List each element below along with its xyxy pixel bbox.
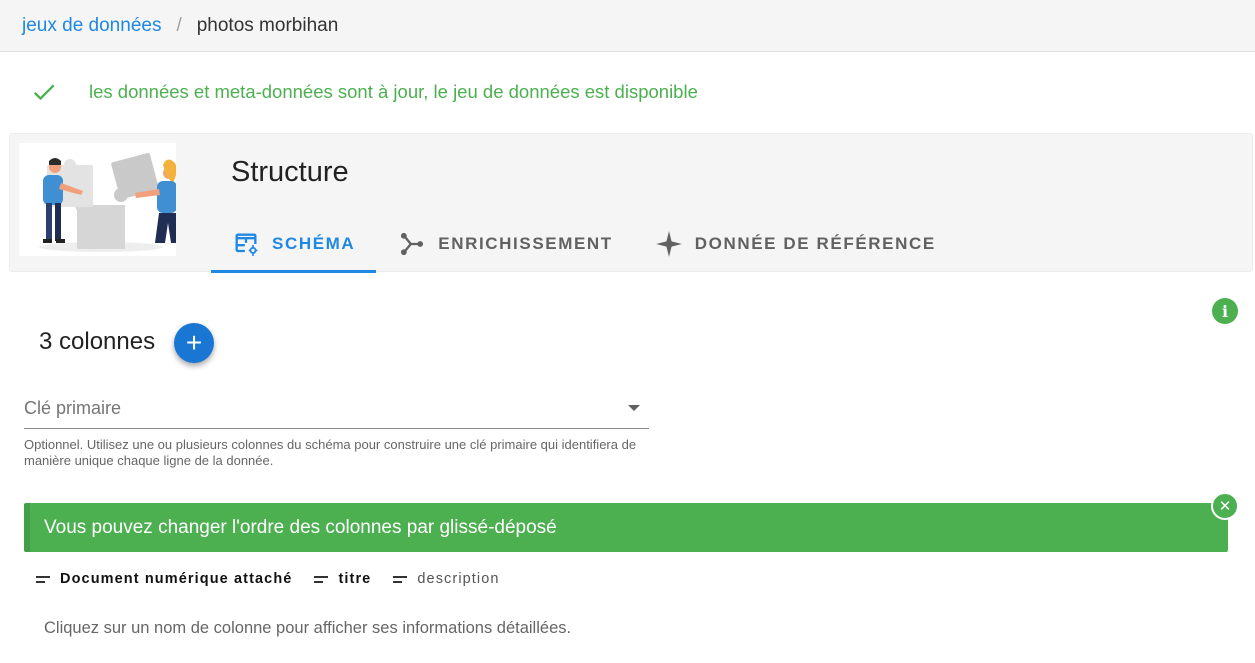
- primary-key-hint: Optionnel. Utilisez une ou plusieurs col…: [24, 437, 637, 468]
- breadcrumb: jeux de données / photos morbihan: [0, 0, 1255, 52]
- tab-schema[interactable]: SCHÉMA: [211, 217, 377, 273]
- tab-enrichment[interactable]: ENRICHISSEMENT: [376, 217, 633, 270]
- drag-handle-icon: [393, 573, 408, 586]
- tab-schema-label: SCHÉMA: [272, 233, 356, 253]
- check-icon: [33, 84, 55, 101]
- breadcrumb-link-datasets[interactable]: jeux de données: [22, 15, 161, 37]
- structure-tabs: SCHÉMA ENRICHISSEMENT DONNÉE DE RÉFÉRENC…: [211, 217, 957, 273]
- drag-handle-icon: [36, 573, 50, 586]
- chevron-down-icon: [628, 405, 640, 411]
- primary-key-label: Clé primaire: [24, 398, 122, 418]
- column-list: Document numérique attaché titre descrip…: [36, 571, 522, 587]
- column-chip[interactable]: Document numérique attaché: [36, 571, 292, 587]
- column-chip-label: Document numérique attaché: [60, 571, 293, 587]
- structure-card: Structure SCHÉMA ENRICHISSEMENT DONNÉE D…: [9, 133, 1253, 273]
- breadcrumb-separator: /: [176, 14, 182, 36]
- column-chip[interactable]: description: [393, 571, 499, 587]
- graph-merge-icon: [401, 232, 424, 255]
- column-chip-label: titre: [338, 571, 372, 587]
- puzzle-illustration-image: [39, 152, 181, 252]
- information-icon[interactable]: i: [1212, 298, 1238, 324]
- reorder-alert: Vous pouvez changer l'ordre des colonnes…: [24, 503, 1228, 552]
- tab-reference-data[interactable]: DONNÉE DE RÉFÉRENCE: [634, 217, 957, 270]
- tab-reference-data-label: DONNÉE DE RÉFÉRENCE: [694, 233, 936, 253]
- puzzle-illustration: [19, 143, 181, 256]
- column-chip-label: description: [417, 571, 500, 587]
- drag-handle-icon: [314, 573, 329, 586]
- reorder-alert-text: Vous pouvez changer l'ordre des colonnes…: [44, 516, 557, 538]
- close-alert-button[interactable]: ✕: [1211, 492, 1239, 520]
- star-four-points-icon: [655, 230, 682, 257]
- column-chip[interactable]: titre: [314, 571, 371, 587]
- add-column-button[interactable]: +: [174, 323, 214, 363]
- structure-title: Structure: [231, 156, 349, 188]
- columns-count-heading: 3 colonnes: [39, 328, 156, 355]
- status-message: les données et meta-données sont à jour,…: [30, 78, 698, 106]
- column-details-hint: Cliquez sur un nom de colonne pour affic…: [44, 619, 572, 637]
- tab-enrichment-label: ENRICHISSEMENT: [438, 233, 613, 253]
- table-settings-icon: [235, 233, 258, 256]
- breadcrumb-current: photos morbihan: [196, 14, 339, 36]
- close-icon: ✕: [1218, 498, 1232, 515]
- plus-icon: +: [185, 327, 203, 358]
- primary-key-select[interactable]: Clé primaire: [24, 392, 649, 429]
- status-text: les données et meta-données sont à jour,…: [89, 81, 698, 102]
